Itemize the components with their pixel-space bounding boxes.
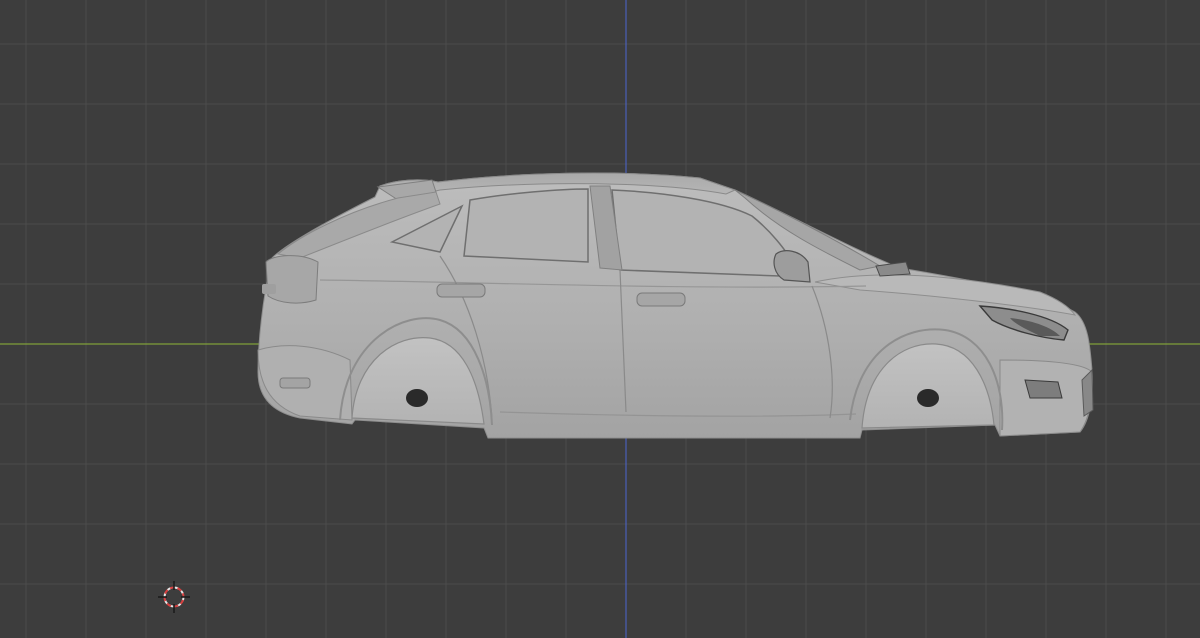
front-door-handle [636, 292, 686, 307]
viewport-canvas[interactable] [0, 0, 1200, 638]
rear-door-window [463, 188, 589, 263]
rear-reflector [279, 377, 311, 389]
rear-light-bar [262, 284, 276, 294]
rear-wheel-hub [406, 389, 428, 407]
fog-light [1024, 379, 1063, 399]
front-wheel-hub [917, 389, 939, 407]
3d-viewport[interactable] [0, 0, 1200, 638]
rear-door-handle [436, 283, 486, 298]
tail-light [265, 255, 319, 304]
